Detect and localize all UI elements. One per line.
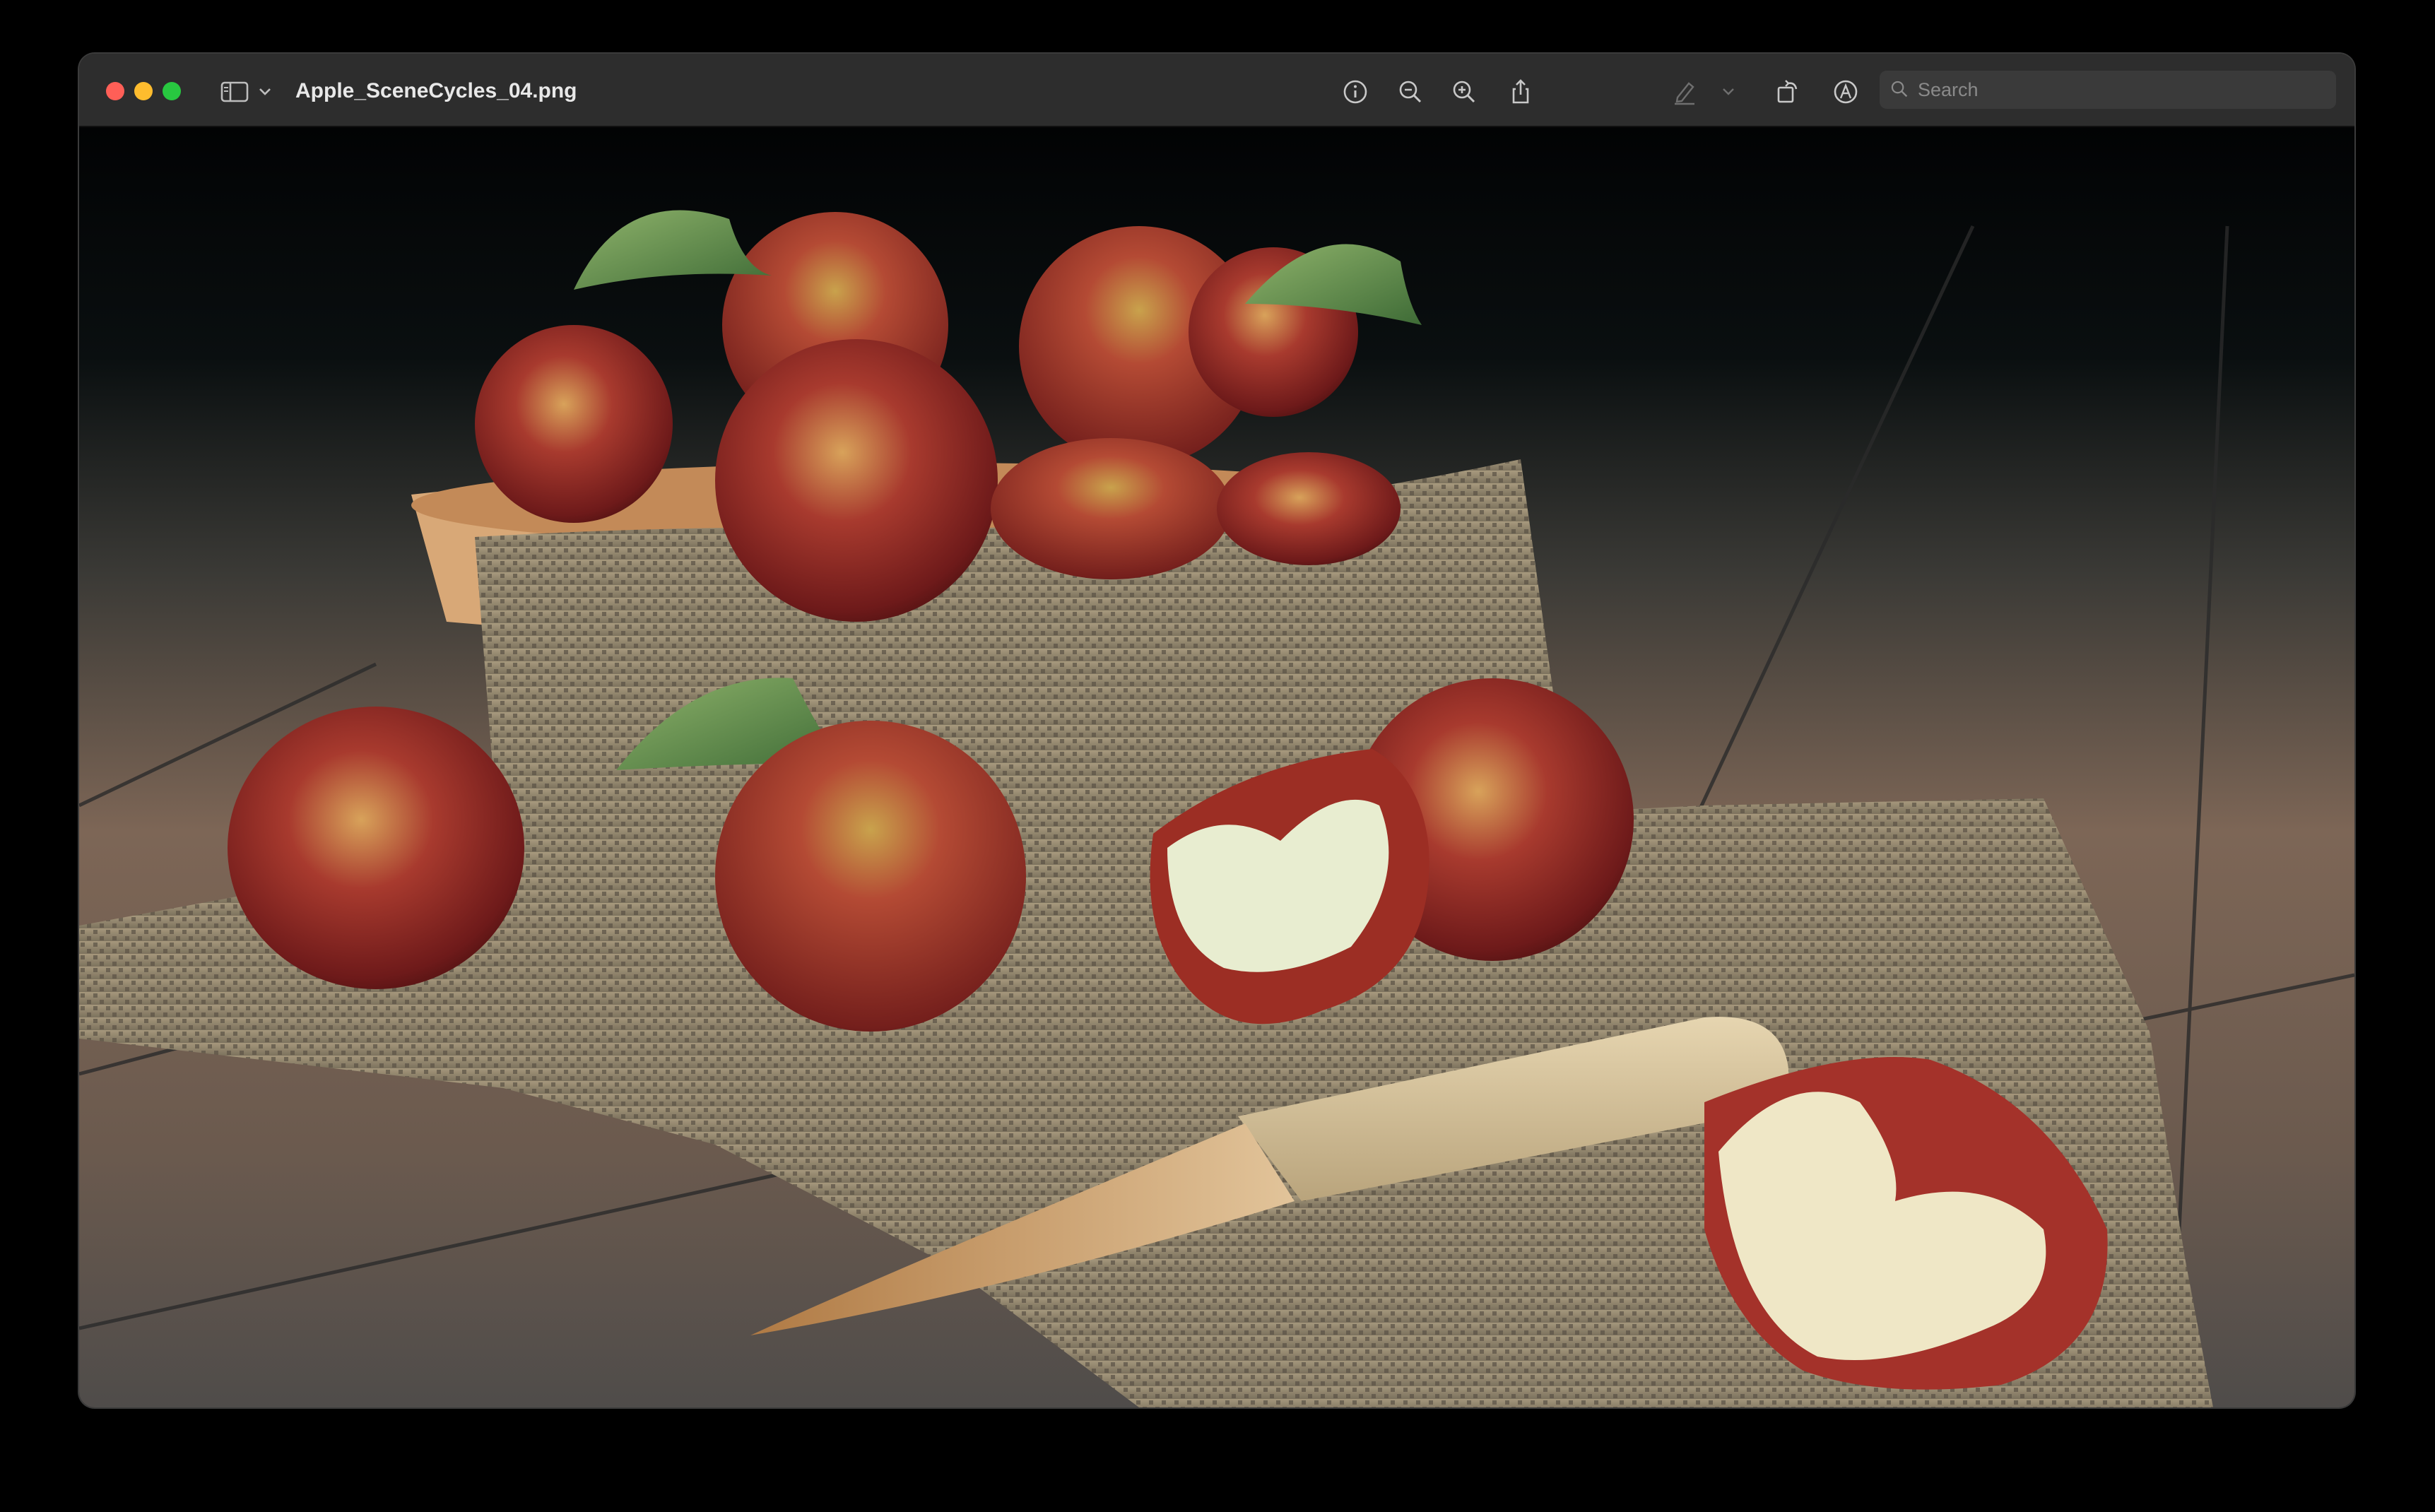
zoom-out-button[interactable] — [1393, 75, 1427, 109]
search-input[interactable] — [1916, 78, 2329, 102]
zoom-in-button[interactable] — [1447, 75, 1481, 109]
markup-icon — [1834, 80, 1858, 104]
document-image — [79, 127, 2354, 1407]
highlight-button[interactable] — [1668, 75, 1702, 109]
titlebar: Apple_SceneCycles_04.png — [79, 54, 2354, 127]
chevron-down-icon — [259, 88, 271, 95]
rotate-button[interactable] — [1771, 75, 1805, 109]
info-button[interactable] — [1338, 75, 1372, 109]
rotate-icon — [1777, 80, 1798, 103]
minimize-button[interactable] — [134, 82, 153, 100]
close-button[interactable] — [106, 82, 124, 100]
highlight-menu-button[interactable] — [1718, 75, 1738, 109]
document-title: Apple_SceneCycles_04.png — [295, 79, 577, 102]
zoom-out-icon — [1399, 81, 1422, 103]
share-icon — [1512, 79, 1529, 104]
preview-window: Apple_SceneCycles_04.png — [79, 54, 2354, 1407]
search-field[interactable] — [1880, 71, 2336, 109]
sidebar-icon — [220, 81, 249, 102]
maximize-button[interactable] — [163, 82, 181, 100]
info-icon — [1343, 80, 1367, 104]
markup-button[interactable] — [1829, 75, 1863, 109]
search-icon — [1891, 81, 1908, 98]
sidebar-toggle-button[interactable] — [220, 78, 284, 106]
share-button[interactable] — [1504, 75, 1538, 109]
zoom-in-icon — [1453, 81, 1475, 103]
highlight-pen-icon — [1675, 82, 1694, 105]
chevron-down-icon — [1723, 88, 1734, 95]
